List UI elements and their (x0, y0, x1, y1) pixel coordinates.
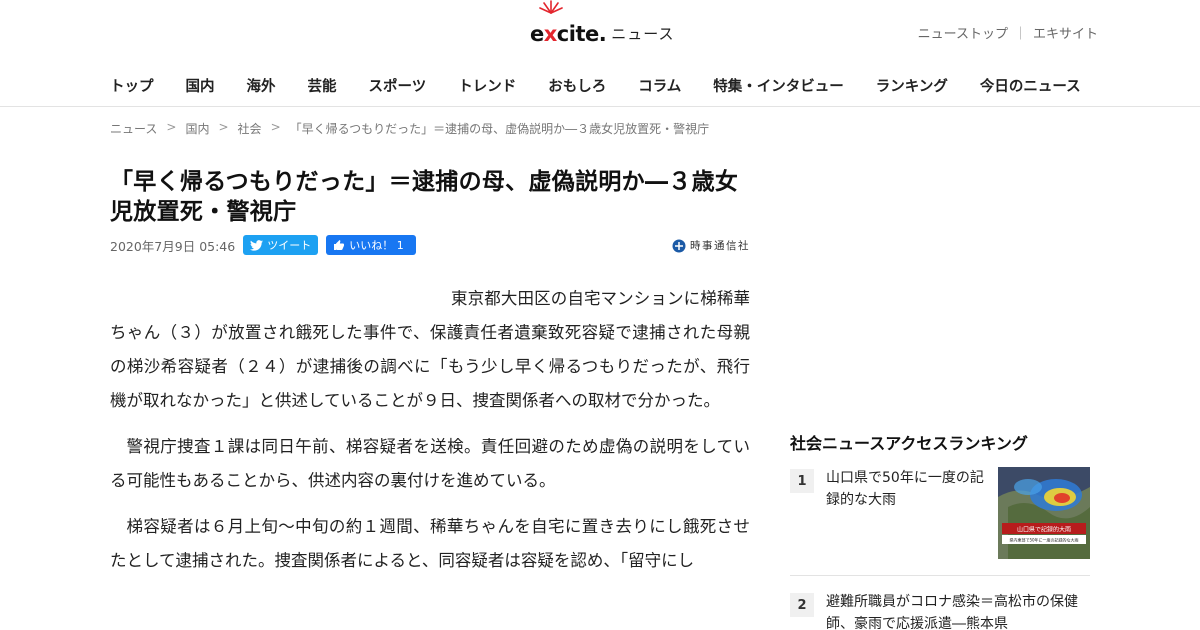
article-date: 2020年7月9日 05:46 (110, 238, 236, 254)
ranking-item-title[interactable]: 山口県で50年に一度の記録的な大雨 (826, 467, 994, 511)
article-body: 東京都大田区の自宅マンションに梯稀華ちゃん（３）が放置され餓死した事件で、保護責… (110, 282, 750, 590)
logo-wordmark: excite. (530, 22, 607, 46)
nav-item-trend[interactable]: トレンド (458, 75, 516, 96)
category-nav: トップ 国内 海外 芸能 スポーツ トレンド おもしろ コラム 特集・インタビュ… (110, 75, 1113, 96)
excite-link[interactable]: エキサイト (1033, 23, 1098, 42)
like-button[interactable]: いいね！ 1 (326, 235, 417, 255)
breadcrumb-society[interactable]: 社会 (238, 120, 262, 137)
breadcrumb-separator: > (166, 120, 177, 134)
source-credit: 時事通信社 (672, 238, 750, 253)
source-name: 時事通信社 (690, 240, 750, 252)
nav-item-domestic[interactable]: 国内 (186, 75, 215, 96)
breadcrumb-domestic[interactable]: 国内 (185, 120, 209, 137)
nav-item-funny[interactable]: おもしろ (548, 75, 606, 96)
twitter-icon (250, 239, 264, 251)
nav-item-features[interactable]: 特集・インタビュー (713, 75, 844, 96)
nav-item-column[interactable]: コラム (638, 75, 681, 96)
rank-number: 2 (790, 593, 814, 617)
ad-space (790, 125, 1090, 405)
ranking-thumbnail[interactable]: 山口県で記録的大雨 県内東部で50年に一度の記録的な大雨 (998, 467, 1090, 559)
top-links-separator: ｜ (1013, 27, 1027, 42)
ranking-item-title[interactable]: 避難所職員がコロナ感染＝高松市の保健師、豪雨で応援派遣―熊本県 (826, 591, 1090, 630)
site-header: excite. ニュース ニューストップ ｜ エキサイト トップ 国内 海外 芸… (0, 0, 1200, 107)
ranking-title: 社会ニュースアクセスランキング (790, 434, 1028, 453)
article-title: 「早く帰るつもりだった」＝逮捕の母、虚偽説明か―３歳女児放置死・警視庁 (110, 169, 739, 225)
logo-news-label: ニュース (611, 25, 675, 43)
jiji-logo-icon (672, 239, 686, 252)
rank-number: 1 (790, 469, 814, 493)
tweet-label: ツイート (267, 239, 312, 252)
breadcrumb: ニュース > 国内 > 社会 > 「早く帰るつもりだった」＝逮捕の母、虚偽説明か… (110, 120, 709, 137)
logo-burst-icon (539, 0, 563, 14)
ranking-item[interactable]: 2 避難所職員がコロナ感染＝高松市の保健師、豪雨で応援派遣―熊本県 (790, 591, 1090, 630)
excite-news-logo[interactable]: excite. ニュース (530, 0, 675, 46)
nav-item-ranking[interactable]: ランキング (876, 75, 948, 96)
article-meta: 2020年7月9日 05:46 ツイート いいね！ 1 (110, 235, 417, 255)
breadcrumb-current: 「早く帰るつもりだった」＝逮捕の母、虚偽説明か―３歳女児放置死・警視庁 (289, 122, 710, 136)
ranking-divider (790, 575, 1090, 576)
nav-item-entertainment[interactable]: 芸能 (308, 75, 337, 96)
nav-item-sports[interactable]: スポーツ (369, 75, 427, 96)
tweet-button[interactable]: ツイート (243, 235, 319, 255)
article-paragraph: 東京都大田区の自宅マンションに梯稀華ちゃん（３）が放置され餓死した事件で、保護責… (110, 289, 750, 410)
article-paragraph: 警視庁捜査１課は同日午前、梯容疑者を送検。責任回避のため虚偽の説明をしている可能… (110, 437, 750, 490)
breadcrumb-separator: > (218, 120, 229, 134)
top-links: ニューストップ ｜ エキサイト (918, 23, 1098, 42)
nav-item-overseas[interactable]: 海外 (247, 75, 276, 96)
thumb-caption: 山口県で記録的大雨 (1017, 526, 1071, 534)
ranking-item[interactable]: 1 山口県で50年に一度の記録的な大雨 山口県で記録的大雨 県内東部で50年に一… (790, 467, 1090, 559)
breadcrumb-separator: > (270, 120, 281, 134)
breadcrumb-news[interactable]: ニュース (110, 120, 157, 137)
thumbs-up-icon (334, 240, 345, 250)
thumb-subcaption: 県内東部で50年に一度の記録的な大雨 (1009, 537, 1078, 543)
like-label: いいね！ 1 (349, 239, 404, 252)
nav-item-top[interactable]: トップ (110, 75, 154, 96)
nav-item-today[interactable]: 今日のニュース (980, 75, 1081, 96)
news-top-link[interactable]: ニューストップ (918, 23, 1008, 42)
article-paragraph: 梯容疑者は６月上旬〜中旬の約１週間、稀華ちゃんを自宅に置き去りにし餓死させたとし… (110, 517, 750, 570)
weather-map-image: 山口県で記録的大雨 県内東部で50年に一度の記録的な大雨 (998, 467, 1090, 559)
